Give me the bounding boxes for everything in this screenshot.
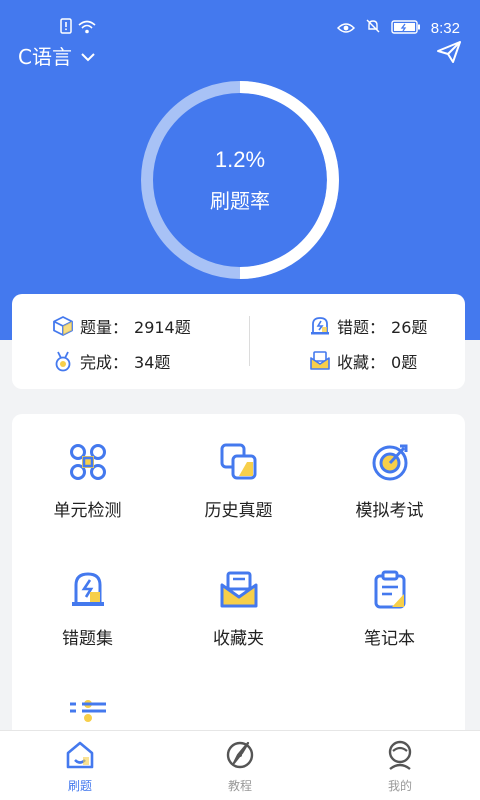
- chevron-down-icon: [80, 43, 96, 67]
- stat-done[interactable]: 完成： 34题: [52, 349, 170, 373]
- wrong-set-tile[interactable]: 错题集: [12, 542, 163, 652]
- rate-label: 刷题率: [210, 188, 270, 213]
- envelope-icon: [220, 571, 257, 608]
- stat-done-label: 完成：: [80, 353, 129, 372]
- nav-tutorials[interactable]: 教程: [180, 739, 300, 799]
- stat-wrong[interactable]: 错题： 26题: [309, 314, 427, 338]
- course-selector[interactable]: C语言: [18, 40, 96, 70]
- clipboard-icon: [374, 570, 405, 609]
- stat-wrong-label: 错题：: [337, 318, 386, 337]
- stat-total-label: 题量：: [80, 318, 129, 337]
- function-grid: 单元检测 历史真题 模拟考试 错题集 收藏夹 笔记本: [12, 414, 465, 744]
- wrong-set-label: 错题集: [62, 629, 113, 649]
- nav-profile-label: 我的: [387, 779, 412, 793]
- favorites-label: 收藏夹: [213, 629, 264, 649]
- past-papers-label: 历史真题: [204, 501, 273, 521]
- status-time: 8:32: [430, 19, 460, 37]
- lamp-icon: [71, 572, 104, 606]
- stat-wrong-value: 26题: [391, 318, 428, 337]
- unit-test-tile[interactable]: 单元检测: [12, 414, 163, 524]
- stat-fav-value: 0题: [391, 353, 418, 372]
- sim-alert-icon: [60, 18, 72, 38]
- compass-icon: [226, 741, 254, 769]
- unit-test-label: 单元检测: [53, 501, 122, 521]
- nav-profile[interactable]: 我的: [340, 739, 460, 799]
- cube-icon: [52, 315, 74, 337]
- stat-total-value: 2914题: [134, 318, 191, 337]
- notebook-tile[interactable]: 笔记本: [314, 542, 465, 652]
- course-name: C语言: [18, 44, 72, 69]
- rate-value: 1.2%: [214, 146, 266, 172]
- past-papers-tile[interactable]: 历史真题: [163, 414, 314, 524]
- profile-icon: [388, 740, 412, 770]
- favorites-tile[interactable]: 收藏夹: [163, 542, 314, 652]
- notebook-label: 笔记本: [364, 629, 415, 649]
- lamp-icon: [309, 315, 331, 337]
- battery-icon: [391, 19, 421, 38]
- nav-tutorials-label: 教程: [227, 779, 252, 793]
- past-papers-icon: [220, 443, 256, 480]
- wifi-icon: [78, 19, 96, 38]
- mock-exam-tile[interactable]: 模拟考试: [314, 414, 465, 524]
- send-button[interactable]: [434, 40, 464, 68]
- stat-total[interactable]: 题量： 2914题: [52, 314, 191, 338]
- stat-fav[interactable]: 收藏： 0题: [309, 349, 417, 373]
- bottom-nav: 刷题 教程 我的: [0, 730, 480, 800]
- stats-divider: [249, 316, 250, 366]
- stat-done-value: 34题: [134, 353, 171, 372]
- nav-practice[interactable]: 刷题: [20, 739, 140, 799]
- nav-practice-label: 刷题: [67, 779, 92, 793]
- unit-test-icon: [69, 444, 106, 480]
- stat-fav-label: 收藏：: [337, 353, 386, 372]
- mute-icon: [365, 18, 381, 38]
- progress-ring: 1.2% 刷题率: [140, 80, 340, 280]
- status-bar: 8:32: [0, 0, 480, 40]
- stats-card: 题量： 2914题 完成： 34题 错题： 26题 收藏： 0题: [12, 294, 465, 389]
- target-icon: [372, 444, 407, 481]
- home-icon: [66, 741, 94, 769]
- send-icon: [436, 40, 462, 68]
- mock-exam-label: 模拟考试: [355, 501, 424, 521]
- eye-icon: [336, 19, 355, 38]
- medal-icon: [52, 350, 74, 372]
- envelope-icon: [309, 350, 331, 372]
